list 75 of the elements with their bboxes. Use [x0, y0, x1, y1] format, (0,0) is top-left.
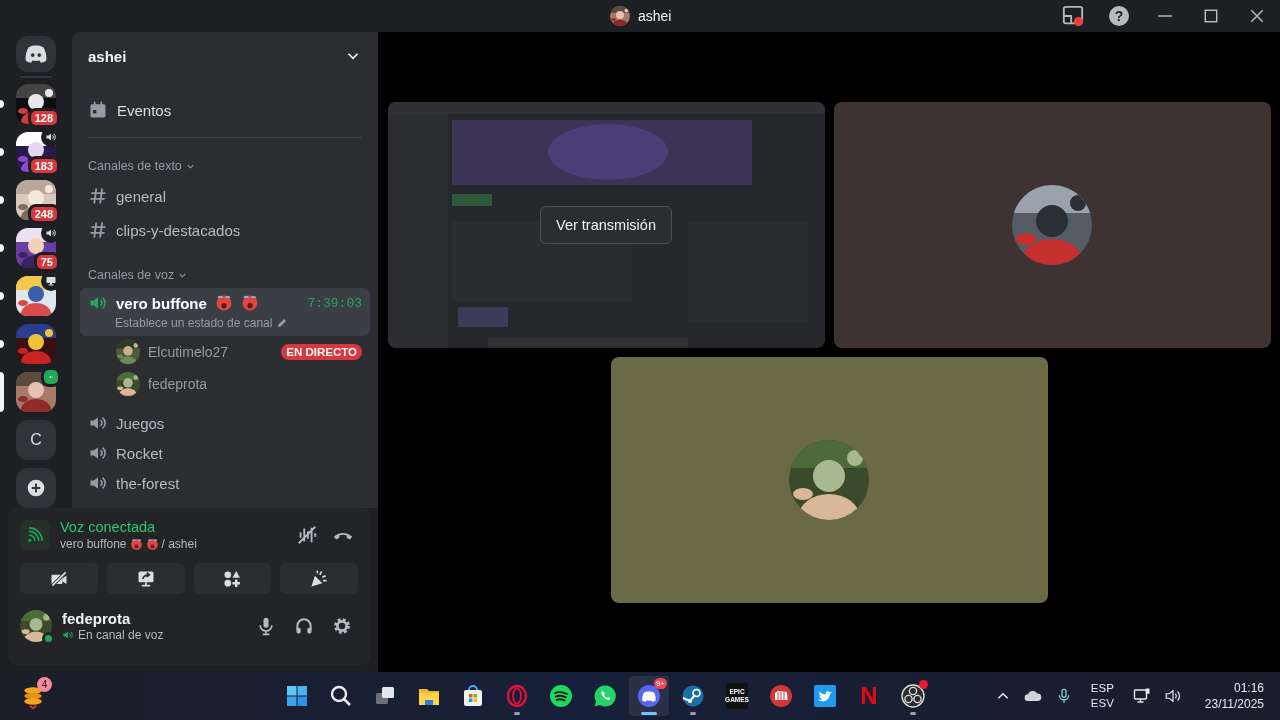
notification-badge: 4	[37, 677, 52, 692]
emoji-icon	[214, 294, 233, 312]
speaker-icon	[45, 227, 57, 239]
help-button[interactable]: ?	[1109, 6, 1129, 26]
channel-status: Establece un estado de canal	[115, 316, 273, 330]
voice-channel[interactable]: Juegos	[80, 408, 370, 438]
plus-icon	[26, 478, 46, 498]
text-channel[interactable]: general	[80, 179, 370, 213]
network-icon[interactable]	[1132, 687, 1151, 705]
taskbar-button[interactable]: 9+	[629, 676, 669, 716]
server-name: ashei	[88, 47, 127, 65]
obs-icon	[901, 684, 925, 708]
signal-icon	[26, 526, 44, 544]
headphones-icon[interactable]	[294, 616, 314, 636]
live-badge: EN DIRECTO	[281, 344, 362, 360]
add-server-button[interactable]	[16, 468, 56, 508]
input-language[interactable]: ESP ESV	[1090, 681, 1114, 711]
member-name[interactable]: fedeprota	[148, 376, 208, 392]
watch-stream-button[interactable]: Ver transmisión	[540, 205, 672, 244]
game-controller-icon	[637, 684, 661, 708]
hash-icon	[88, 220, 108, 240]
mention-badge: 248	[27, 204, 60, 224]
mention-badge: 183	[27, 156, 60, 176]
noise-suppression-icon[interactable]	[296, 524, 318, 546]
chat-bubble-icon	[593, 684, 617, 708]
home-button[interactable]	[16, 36, 56, 73]
store-bag-icon	[461, 684, 485, 708]
activities-button[interactable]	[193, 563, 272, 594]
close-icon[interactable]	[1249, 8, 1265, 24]
app-label: N	[860, 682, 878, 710]
settings-icon[interactable]	[332, 616, 352, 636]
notification-badge: 9+	[653, 678, 667, 689]
start-icon	[285, 684, 309, 708]
spotify-icon	[549, 684, 573, 708]
mention-badge: 128	[27, 108, 60, 128]
ring-icon	[505, 684, 529, 708]
speaker-icon	[62, 629, 74, 641]
call-timer: 7:39:03	[307, 295, 362, 311]
emoji-icon	[240, 294, 259, 312]
camera-button[interactable]	[20, 563, 98, 594]
volume-icon[interactable]	[1163, 687, 1182, 705]
server-name: / ashei	[161, 537, 197, 551]
monitor-icon	[45, 275, 57, 287]
soundboard-button[interactable]	[280, 563, 358, 594]
speaker-icon	[45, 131, 57, 143]
hash-icon	[88, 186, 108, 206]
member-name[interactable]: Elcutimelo27	[148, 344, 229, 360]
server-button[interactable]: C	[16, 420, 56, 460]
pencil-icon[interactable]	[276, 317, 289, 329]
party-popper-icon	[309, 568, 330, 589]
maximize-icon[interactable]	[1203, 8, 1219, 24]
search-icon	[329, 684, 353, 708]
emoji-icon	[129, 537, 143, 551]
steam-icon	[681, 684, 705, 708]
screen-share-button[interactable]	[106, 563, 185, 594]
channel-name: vero buffone	[60, 537, 127, 551]
mention-badge: 75	[33, 252, 60, 272]
voice-channel[interactable]: Rocket	[80, 438, 370, 468]
category-header[interactable]: Canales de texto	[80, 157, 370, 175]
emoji-icon	[145, 537, 159, 551]
clock[interactable]: 01:16 23/11/2025	[1204, 680, 1264, 712]
screen-alert-icon[interactable]	[1062, 5, 1084, 27]
voice-channel[interactable]: vero buffone 7:39:03 Establece un estado de canal	[80, 288, 370, 336]
camera-off-icon	[48, 568, 69, 589]
user-name: fedeprota	[62, 610, 132, 627]
microphone-icon[interactable]	[256, 616, 276, 636]
voice-channel[interactable]: the-forest	[80, 468, 370, 498]
user-status: En canal de voz	[78, 628, 164, 642]
bird-icon	[813, 684, 837, 708]
connection-status: Voz conectada	[60, 519, 157, 535]
events-item[interactable]: Eventos	[80, 96, 370, 124]
text-channel[interactable]: clips-y-destacados	[80, 213, 370, 247]
category-header[interactable]: Canales de voz	[80, 266, 370, 284]
calendar-icon	[88, 100, 108, 120]
window-title: ashei	[638, 8, 672, 24]
